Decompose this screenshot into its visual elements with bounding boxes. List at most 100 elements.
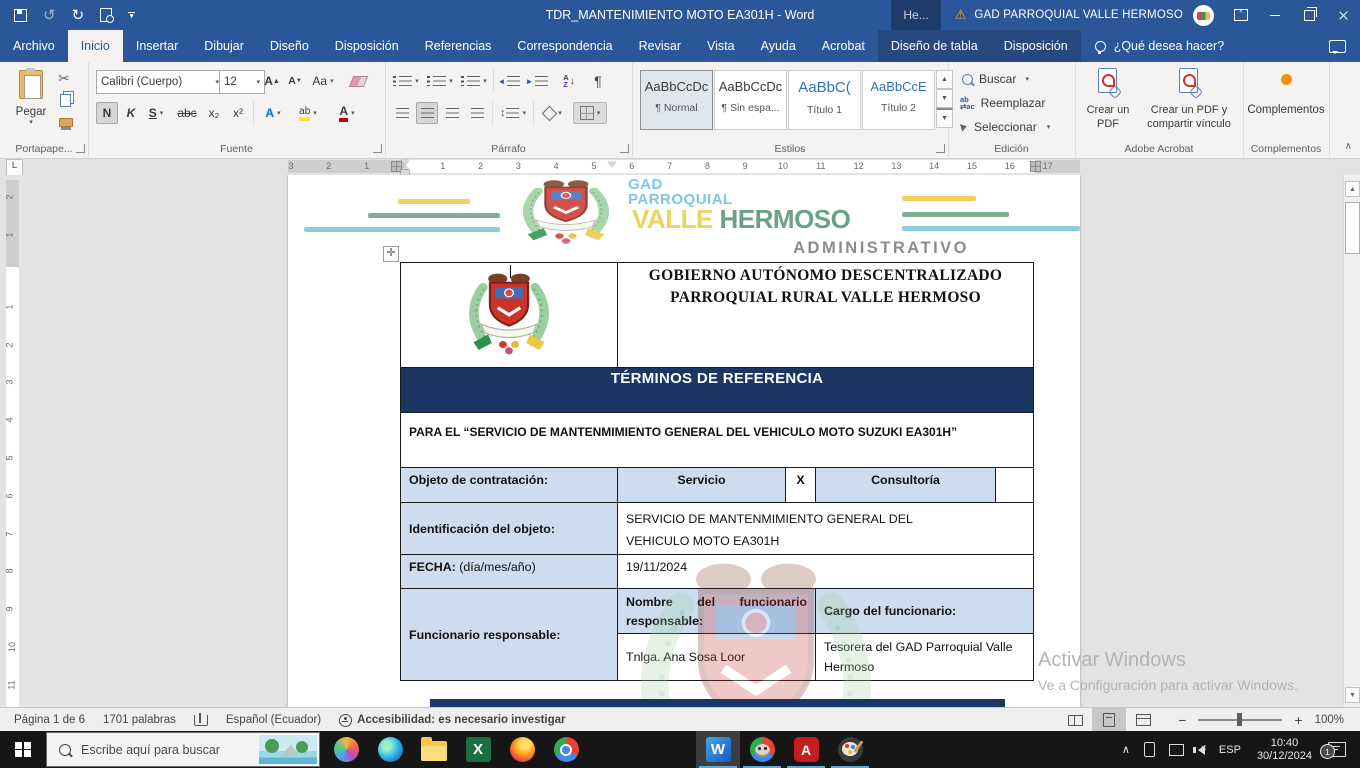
- taskbar-paint-button[interactable]: [828, 731, 872, 768]
- table-column-marker[interactable]: [1031, 162, 1040, 171]
- replace-button[interactable]: ab⇄ac Reemplazar: [960, 96, 1045, 110]
- taskbar-search-input[interactable]: Escribe aquí para buscar: [46, 732, 320, 767]
- taskbar-excel-button[interactable]: X: [456, 731, 500, 768]
- contextual-tools-header[interactable]: He...: [891, 0, 940, 30]
- customize-quick-access-icon[interactable]: ▾: [128, 12, 135, 19]
- redo-icon[interactable]: ↻: [72, 8, 85, 23]
- fecha-value-cell[interactable]: 19/11/2024: [618, 555, 1034, 589]
- nombre-value-cell[interactable]: Tnlga. Ana Sosa Loor: [618, 634, 816, 681]
- restore-button[interactable]: [1292, 0, 1326, 30]
- clipboard-dialog-launcher[interactable]: [76, 144, 85, 153]
- account-name[interactable]: GAD PARROQUIAL VALLE HERMOSO: [974, 9, 1183, 21]
- create-pdf-share-button[interactable]: Crear un PDF y compartir vínculo: [1139, 68, 1239, 131]
- nombre-label-cell[interactable]: Nombre del funcionario responsable:: [618, 589, 816, 634]
- bold-button[interactable]: N: [96, 102, 118, 124]
- print-preview-icon[interactable]: [100, 8, 112, 22]
- servicio-cell[interactable]: Servicio: [618, 468, 786, 503]
- style-titulo-2[interactable]: AaBbCcE Título 2: [862, 70, 935, 130]
- org-title-cell[interactable]: GOBIERNO AUTÓNOMO DESCENTRALIZADO PARROQ…: [618, 263, 1034, 368]
- paste-button[interactable]: Pegar ▾: [10, 70, 52, 126]
- minimize-button[interactable]: [1258, 0, 1292, 30]
- font-color-button[interactable]: A▾: [330, 102, 364, 124]
- grow-font-button[interactable]: A▲: [261, 70, 283, 92]
- tab-diseno[interactable]: Diseño: [257, 30, 322, 62]
- cargo-label-cell[interactable]: Cargo del funcionario:: [816, 589, 1034, 634]
- tray-clock[interactable]: 10:40 30/12/2024: [1248, 737, 1321, 763]
- highlight-button[interactable]: ab▾: [291, 102, 325, 124]
- section-header-cell[interactable]: TÉRMINOS DE REFERENCIA: [401, 368, 1034, 413]
- avatar[interactable]: [1193, 5, 1214, 26]
- subscript-button[interactable]: x₂: [203, 102, 225, 124]
- web-layout-button[interactable]: [1126, 708, 1160, 732]
- undo-icon[interactable]: ↺: [43, 8, 56, 23]
- consultoria-cell[interactable]: Consultoría: [816, 468, 996, 503]
- borders-button[interactable]: ▾: [573, 102, 607, 124]
- decrease-indent-button[interactable]: ◄: [497, 70, 521, 92]
- sort-button[interactable]: AZ↓: [555, 70, 583, 92]
- style-sin-espaciado[interactable]: AaBbCcDc ¶ Sin espa...: [714, 70, 787, 130]
- collapse-ribbon-icon[interactable]: ∧: [1345, 141, 1352, 152]
- styles-dialog-launcher[interactable]: [936, 144, 945, 153]
- tray-network-icon[interactable]: [1162, 731, 1191, 768]
- fecha-label-cell[interactable]: FECHA: (día/mes/año): [401, 555, 618, 589]
- taskbar-acrobat-button[interactable]: A: [784, 731, 828, 768]
- style-normal[interactable]: AaBbCcDc ¶ Normal: [640, 70, 713, 130]
- tray-language[interactable]: ESP: [1212, 731, 1248, 768]
- change-case-button[interactable]: Aa▾: [310, 70, 336, 92]
- create-pdf-button[interactable]: Crear un PDF: [1081, 68, 1135, 131]
- zoom-slider-thumb[interactable]: [1237, 713, 1242, 726]
- word-count[interactable]: 1701 palabras: [94, 708, 185, 732]
- objeto-label-cell[interactable]: Objeto de contratación:: [401, 468, 618, 503]
- bullets-button[interactable]: ▾: [391, 70, 421, 92]
- cargo-value-cell[interactable]: Tesorera del GAD Parroquial Valle Hermos…: [816, 634, 1034, 681]
- tray-show-hidden-icons[interactable]: ∧: [1115, 731, 1137, 768]
- find-button[interactable]: Buscar▾: [962, 72, 1029, 86]
- align-right-button[interactable]: [441, 102, 463, 124]
- style-titulo-1[interactable]: AaBbC( Título 1: [788, 70, 861, 130]
- org-logo-cell[interactable]: [401, 263, 618, 368]
- scroll-down-button[interactable]: ▼: [1345, 687, 1360, 703]
- document-page[interactable]: GAD PARROQUIAL VALLE HERMOSO ADMINISTRAT…: [288, 175, 1080, 707]
- shading-button[interactable]: ▾: [538, 102, 568, 124]
- justify-button[interactable]: [466, 102, 488, 124]
- tab-diseno-de-tabla[interactable]: Diseño de tabla: [878, 30, 991, 62]
- table-move-handle[interactable]: ✛: [383, 246, 399, 262]
- tray-notifications-button[interactable]: 1: [1321, 731, 1360, 768]
- tab-selector[interactable]: L: [6, 159, 23, 176]
- align-center-button[interactable]: [416, 102, 438, 124]
- tray-volume-muted-icon[interactable]: [1191, 731, 1212, 768]
- font-dialog-launcher[interactable]: [373, 144, 382, 153]
- save-icon[interactable]: [14, 9, 27, 22]
- indent-marker[interactable]: [608, 162, 616, 167]
- show-marks-button[interactable]: ¶: [587, 70, 609, 92]
- proofing-button[interactable]: [185, 708, 217, 732]
- vertical-scrollbar[interactable]: ▲ ▼: [1343, 175, 1360, 707]
- comment-icon[interactable]: [1329, 40, 1346, 53]
- align-left-button[interactable]: [391, 102, 413, 124]
- shrink-font-button[interactable]: A▼: [285, 70, 305, 92]
- close-button[interactable]: [1326, 0, 1360, 30]
- taskbar-chrome-button[interactable]: [544, 731, 588, 768]
- tab-vista[interactable]: Vista: [694, 30, 748, 62]
- scrollbar-thumb[interactable]: [1345, 202, 1360, 254]
- tab-ayuda[interactable]: Ayuda: [748, 30, 809, 62]
- ident-label-cell[interactable]: Identificación del objeto:: [401, 503, 618, 555]
- tab-disposicion[interactable]: Disposición: [322, 30, 412, 62]
- print-layout-button[interactable]: [1092, 708, 1126, 732]
- multilevel-list-button[interactable]: ▾: [459, 70, 489, 92]
- tab-inicio[interactable]: Inicio: [68, 30, 123, 62]
- zoom-level[interactable]: 100%: [1307, 714, 1360, 726]
- zoom-out-button[interactable]: −: [1174, 712, 1190, 728]
- scroll-up-button[interactable]: ▲: [1345, 181, 1360, 197]
- addins-button[interactable]: [1243, 74, 1329, 85]
- tab-acrobat[interactable]: Acrobat: [809, 30, 878, 62]
- read-mode-button[interactable]: [1058, 708, 1092, 732]
- language-indicator[interactable]: Español (Ecuador): [217, 708, 330, 732]
- taskbar-word-button[interactable]: W: [696, 731, 740, 768]
- taskbar-copilot-button[interactable]: [324, 731, 368, 768]
- zoom-in-button[interactable]: +: [1290, 712, 1306, 728]
- warning-icon[interactable]: ⚠: [955, 7, 967, 23]
- tab-archivo[interactable]: Archivo: [0, 30, 68, 62]
- clear-formatting-button[interactable]: [346, 70, 370, 92]
- strikethrough-button[interactable]: abc: [174, 102, 200, 124]
